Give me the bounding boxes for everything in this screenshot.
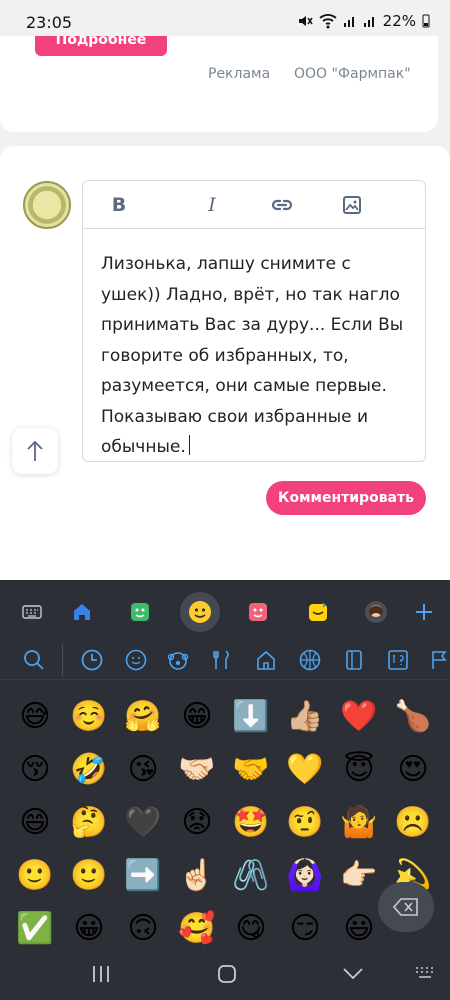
ad-company[interactable]: ООО "Фармпак" [294, 66, 411, 82]
arrow-up-icon [27, 440, 43, 461]
emoji-key[interactable]: 😍 [386, 743, 440, 796]
animal-icon[interactable] [164, 646, 192, 674]
emoji-key[interactable]: 😀 [62, 902, 116, 955]
emoji-key[interactable]: 🤩 [224, 796, 278, 849]
ad-more-button[interactable]: Подробнее [35, 36, 167, 56]
backspace-button[interactable] [378, 882, 434, 932]
status-icons: 22% [297, 12, 430, 30]
keyboard-category-row [0, 588, 450, 638]
recent-apps-icon[interactable] [86, 962, 116, 986]
image-icon [343, 195, 361, 214]
emoji-key[interactable]: 😋 [224, 902, 278, 955]
backspace-icon [393, 898, 418, 916]
text-caret [188, 435, 190, 455]
keyboard-switch-icon[interactable] [410, 962, 440, 986]
emoji-key[interactable]: ✅ [8, 902, 62, 955]
emoji-key[interactable]: 👉🏻 [332, 849, 386, 902]
emoji-key[interactable]: ❤️ [332, 690, 386, 743]
emoji-key[interactable]: 💛 [278, 743, 332, 796]
emoji-key[interactable]: 🥰 [170, 902, 224, 955]
emoji-key[interactable]: 😇 [332, 743, 386, 796]
emoji-key[interactable]: ⬇️ [224, 690, 278, 743]
building-icon[interactable] [252, 646, 280, 674]
emoji-key[interactable]: 😄 [8, 796, 62, 849]
keyboard-icon[interactable] [14, 594, 50, 630]
emoji-icon[interactable] [180, 592, 220, 632]
object-icon[interactable] [340, 646, 368, 674]
smiley-icon[interactable] [122, 646, 150, 674]
italic-button[interactable]: I [177, 185, 247, 225]
emoji-key[interactable]: 😚 [8, 743, 62, 796]
status-bar: 23:05 22% [0, 0, 450, 40]
emoji-key[interactable]: 😘 [116, 743, 170, 796]
bold-button[interactable]: B [109, 185, 129, 225]
emoji-key[interactable]: ☹️ [386, 796, 440, 849]
emoji-key[interactable]: 🤗 [116, 690, 170, 743]
system-nav-bar [0, 950, 450, 1000]
ad-card: Подробнее Реклама ООО "Фармпак" [0, 36, 438, 132]
link-icon [271, 199, 293, 210]
emoji-key[interactable]: 😁 [170, 690, 224, 743]
editor-toolbar: B I [83, 181, 425, 229]
home-nav-icon[interactable] [212, 962, 242, 986]
emoji-key[interactable]: 🤷 [332, 796, 386, 849]
wifi-icon [319, 14, 337, 29]
emoji-key[interactable]: 🙃 [116, 902, 170, 955]
emoji-key[interactable]: 🖇️ [224, 849, 278, 902]
emoji-key[interactable]: 😅 [8, 690, 62, 743]
search-icon[interactable] [20, 646, 48, 674]
emoji-key[interactable]: 🤝 [224, 743, 278, 796]
comment-text-content: Лизонька, лапшу снимите с ушек)) Ладно, … [101, 254, 404, 457]
ball-icon[interactable] [296, 646, 324, 674]
emoji-key[interactable]: ➡️ [116, 849, 170, 902]
mute-icon [298, 16, 313, 26]
subcategory-divider [62, 644, 63, 676]
emoji-key[interactable]: 🙂 [8, 849, 62, 902]
emoji-key[interactable]: 🤔 [62, 796, 116, 849]
comment-editor[interactable]: B I Лизонька, лапшу снимите с ушек)) Лад… [82, 180, 426, 462]
comment-card: B I Лизонька, лапшу снимите с ушек)) Лад… [0, 146, 450, 586]
emoji-keyboard: 😅 ☺️ 🤗 😁 ⬇️ 👍🏼 ❤️ 🍗 😚 🤣 😘 🤝🏻 🤝 💛 😇 😍 😄 🤔 🖤 😟 🤩 🤨 🤷 ☹️ 🙂 🙂 ➡️ ☝🏻 🖇️ 🙆🏻… [0, 580, 450, 1000]
emoji-key[interactable]: 🙆🏻‍♀️ [278, 849, 332, 902]
sticker-icon[interactable] [122, 594, 158, 630]
status-time: 23:05 [26, 13, 73, 32]
avatar-icon[interactable] [358, 594, 394, 630]
emoji-subcategory-row [0, 640, 450, 680]
ad-label: Реклама [208, 66, 271, 82]
emoji-key[interactable]: ☺️ [62, 690, 116, 743]
image-button[interactable] [317, 185, 387, 225]
hide-keyboard-icon[interactable] [338, 962, 368, 986]
battery-icon [422, 14, 430, 28]
emoji-key[interactable]: 🙂 [62, 849, 116, 902]
emoji-key[interactable]: 😏 [278, 902, 332, 955]
user-avatar[interactable] [23, 181, 71, 229]
flag-icon[interactable] [426, 646, 450, 674]
plus-icon[interactable] [406, 594, 442, 630]
link-button[interactable] [247, 185, 317, 225]
emoji-key[interactable]: 🍗 [386, 690, 440, 743]
emoji-key[interactable]: 🤣 [62, 743, 116, 796]
emoji-key[interactable]: ☝🏻 [170, 849, 224, 902]
face-sticker-icon[interactable] [240, 594, 276, 630]
signal-icon [343, 17, 354, 27]
home-icon[interactable] [64, 594, 100, 630]
food-icon[interactable] [208, 646, 236, 674]
emoji-key[interactable]: 🤝🏻 [170, 743, 224, 796]
clock-icon[interactable] [78, 646, 106, 674]
battery-percent: 22% [382, 12, 416, 30]
comment-submit-button[interactable]: Комментировать [266, 481, 426, 515]
comment-text[interactable]: Лизонька, лапшу снимите с ушек)) Ладно, … [83, 229, 425, 463]
symbol-icon[interactable] [384, 646, 412, 674]
emoji-key[interactable]: 🖤 [116, 796, 170, 849]
emoji-key[interactable]: 😟 [170, 796, 224, 849]
scroll-top-button[interactable] [12, 428, 58, 474]
emoji-key[interactable]: 🤨 [278, 796, 332, 849]
emoji-key[interactable]: 👍🏼 [278, 690, 332, 743]
signal-icon-2 [363, 17, 374, 27]
bitmoji-icon[interactable] [300, 594, 336, 630]
